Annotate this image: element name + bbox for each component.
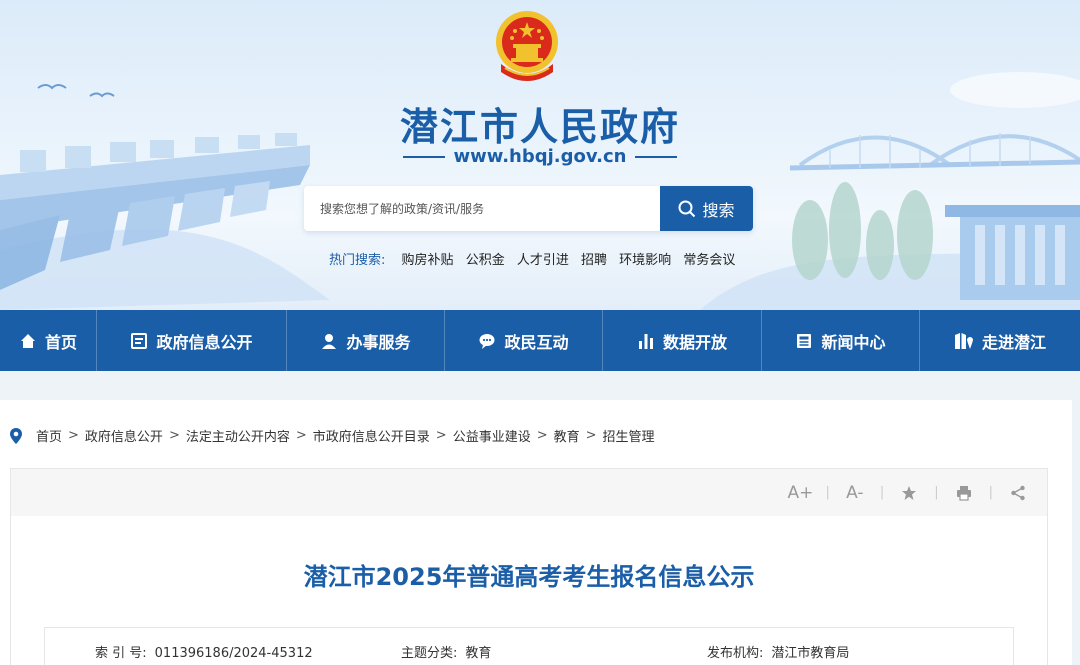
breadcrumb-item[interactable]: 招生管理: [603, 426, 655, 445]
breadcrumb-item[interactable]: 公益事业建设: [453, 426, 531, 445]
nav-item-about[interactable]: 走进潜江: [920, 310, 1080, 371]
article-title: 潜江市2025年普通高考考生报名信息公示: [303, 563, 755, 591]
document-icon: [131, 332, 148, 349]
toolbar-tools: A+ | A- | | |: [785, 469, 1033, 516]
breadcrumb-separator: >: [295, 428, 307, 443]
breadcrumb: 首页 > 政府信息公开 > 法定主动公开内容 > 市政府信息公开目录 > 公益事业建设 >…: [10, 426, 655, 445]
print-icon: [956, 485, 971, 501]
bar-chart-icon: [638, 333, 653, 349]
breadcrumb-separator: >: [168, 428, 180, 443]
search-button-label: 搜索: [702, 200, 735, 220]
meta-topic-value: 教育: [465, 646, 492, 661]
nav-item-gov-info[interactable]: 政府信息公开: [97, 310, 287, 371]
nav-item-home[interactable]: 首页: [0, 310, 97, 371]
nav-item-interaction[interactable]: 政民互动: [445, 310, 603, 371]
hot-search: 热门搜索: 购房补贴 公积金 人才引进 招聘 环境影响 常务会议: [329, 249, 743, 268]
hot-search-item[interactable]: 招聘: [581, 253, 607, 268]
breadcrumb-item[interactable]: 法定主动公开内容: [186, 426, 290, 445]
hot-search-label: 热门搜索:: [329, 253, 386, 268]
nav-item-services[interactable]: 办事服务: [287, 310, 445, 371]
breadcrumb-separator: >: [585, 428, 597, 443]
main-nav: 首页 政府信息公开 办事服务 政民互动 数据开放 新闻中心 走进潜江: [0, 310, 1080, 371]
nav-item-label: 走进潜江: [981, 332, 1046, 352]
nav-item-label: 政府信息公开: [156, 332, 253, 352]
user-icon: [322, 333, 337, 349]
site-url-row: www.hbqj.gov.cn: [0, 146, 1080, 167]
nav-item-label: 办事服务: [346, 332, 411, 352]
breadcrumb-separator: >: [68, 428, 79, 443]
search-box: 搜索: [304, 186, 753, 231]
nav-item-label: 政民互动: [504, 332, 569, 352]
meta-publisher: 发布机构: 潜江市教育局: [707, 642, 849, 661]
star-icon: [902, 485, 917, 500]
meta-index-label: 索 引 号:: [95, 646, 147, 661]
home-icon: [20, 333, 35, 348]
article-box: A+ | A- | | | 潜江市2025年普通高考考生报名信息公示 索 引 号…: [10, 468, 1048, 665]
toolbar-divider: |: [825, 485, 830, 500]
toolbar-divider: |: [988, 485, 993, 500]
nav-item-label: 数据开放: [662, 332, 727, 352]
map-icon: [954, 332, 973, 349]
breadcrumb-item[interactable]: 市政府信息公开目录: [313, 426, 430, 445]
url-divider-left: [403, 156, 446, 158]
header-banner: 潜江市人民政府 www.hbqj.gov.cn 搜索 热门搜索: 购房补贴 公积…: [0, 0, 1080, 310]
meta-publisher-value: 潜江市教育局: [771, 646, 850, 661]
site-name: 潜江市人民政府: [399, 104, 680, 149]
search-button[interactable]: 搜索: [660, 186, 753, 231]
breadcrumb-item[interactable]: 教育: [554, 426, 580, 445]
breadcrumb-separator: >: [435, 428, 447, 443]
nav-item-news[interactable]: 新闻中心: [762, 310, 920, 371]
news-icon: [797, 333, 812, 348]
national-emblem-icon: [496, 11, 558, 81]
breadcrumb-item[interactable]: 政府信息公开: [85, 426, 163, 445]
article-toolbar: A+ | A- | | |: [11, 469, 1047, 516]
nav-item-label: 新闻中心: [821, 332, 886, 352]
font-decrease-button[interactable]: A-: [840, 483, 870, 503]
meta-index: 索 引 号: 011396186/2024-45312: [95, 642, 313, 661]
meta-index-value: 011396186/2024-45312: [154, 646, 313, 661]
hot-search-item[interactable]: 公积金: [466, 253, 505, 268]
font-increase-button[interactable]: A+: [785, 483, 815, 503]
location-pin-icon: [10, 427, 22, 444]
print-button[interactable]: [949, 485, 979, 501]
article-meta: 索 引 号: 011396186/2024-45312 主题分类: 教育 发布机构:…: [44, 627, 1014, 665]
site-url[interactable]: www.hbqj.gov.cn: [453, 146, 626, 167]
search-input[interactable]: [304, 186, 660, 231]
favorite-button[interactable]: [894, 485, 924, 501]
breadcrumb-item[interactable]: 首页: [36, 426, 62, 445]
meta-topic-label: 主题分类:: [401, 646, 458, 661]
content-panel: 首页 > 政府信息公开 > 法定主动公开内容 > 市政府信息公开目录 > 公益事业建设 >…: [0, 400, 1072, 665]
toolbar-divider: |: [879, 485, 885, 500]
breadcrumb-separator: >: [536, 428, 548, 443]
meta-topic: 主题分类: 教育: [401, 642, 491, 661]
hot-search-item[interactable]: 人才引进: [517, 253, 569, 268]
meta-publisher-label: 发布机构:: [707, 646, 764, 661]
nav-item-label: 首页: [44, 332, 77, 352]
chat-icon: [479, 333, 495, 349]
search-icon: [678, 200, 696, 217]
hot-search-item[interactable]: 环境影响: [619, 253, 671, 268]
hot-search-item[interactable]: 常务会议: [683, 253, 735, 268]
url-divider-right: [634, 156, 677, 158]
hot-search-item[interactable]: 购房补贴: [402, 253, 454, 268]
share-icon: [1011, 485, 1025, 500]
share-button[interactable]: [1003, 485, 1033, 501]
toolbar-divider: |: [934, 485, 939, 500]
nav-item-open-data[interactable]: 数据开放: [603, 310, 762, 371]
